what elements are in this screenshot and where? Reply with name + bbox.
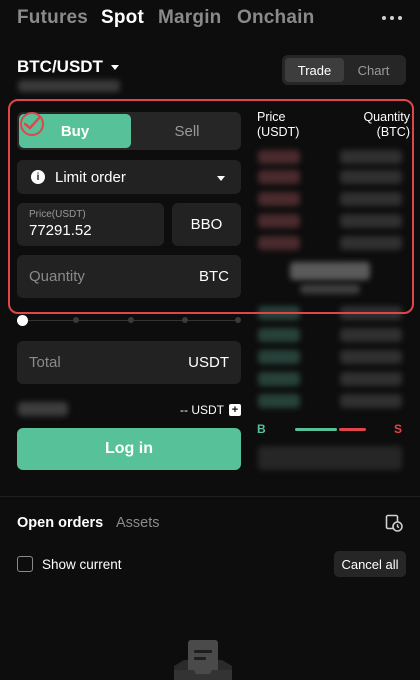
slider-step[interactable] [73, 317, 79, 323]
ask-row [258, 170, 300, 184]
total-unit: USDT [188, 354, 229, 371]
tab-open-orders[interactable]: Open orders [17, 515, 103, 531]
quantity-header-text: Quantity (BTC) [363, 110, 410, 139]
ask-row [340, 236, 402, 250]
info-icon: i [31, 170, 45, 184]
plus-icon[interactable]: + [229, 404, 241, 416]
bid-row [258, 328, 300, 342]
quantity-placeholder: Quantity [29, 268, 85, 285]
price-header-text: Price (USDT) [257, 110, 300, 139]
total-input[interactable]: Total USDT [17, 341, 241, 384]
ask-row [258, 236, 300, 250]
tab-futures[interactable]: Futures [17, 7, 88, 29]
price-value[interactable]: 77291.52 [29, 222, 152, 239]
buy-ratio-bar [295, 428, 337, 431]
tab-onchain[interactable]: Onchain [237, 7, 314, 29]
chevron-down-icon [217, 176, 225, 181]
mid-price-sub [300, 284, 360, 294]
tab-assets[interactable]: Assets [116, 515, 160, 531]
price-label: Price(USDT) [29, 209, 86, 220]
buy-sell-ratio: B S [257, 422, 402, 438]
order-type-label: Limit order [55, 168, 126, 186]
orderbook-price-header: Price (USDT) [257, 110, 299, 140]
ask-row [340, 192, 402, 206]
bid-row [258, 372, 300, 386]
available-value: -- USDT [180, 403, 224, 417]
quantity-input[interactable]: Quantity BTC [17, 255, 241, 298]
orderbook-quantity-header: Quantity (BTC) [363, 110, 410, 140]
view-trade-button[interactable]: Trade [285, 58, 344, 82]
bid-row [340, 394, 402, 408]
bid-row [258, 394, 300, 408]
bid-row [340, 306, 402, 320]
ask-row [258, 214, 300, 228]
tab-spot[interactable]: Spot [101, 7, 144, 29]
ask-row [340, 150, 402, 164]
view-toggle: Trade Chart [282, 55, 406, 85]
buy-ratio-label: B [257, 422, 266, 436]
sell-ratio-bar [339, 428, 366, 431]
chevron-down-icon [110, 65, 119, 70]
slider-thumb[interactable] [17, 315, 28, 326]
divider [0, 496, 420, 497]
pair-price-change [18, 80, 120, 92]
available-balance: -- USDT + [180, 403, 241, 417]
empty-document-icon [174, 640, 232, 680]
show-current-label: Show current [42, 556, 122, 572]
ask-row [340, 170, 402, 184]
sell-button[interactable]: Sell [133, 112, 241, 150]
quantity-unit: BTC [199, 268, 229, 285]
ask-row [340, 214, 402, 228]
pair-selector[interactable]: BTC/USDT [17, 57, 119, 77]
cancel-all-button[interactable]: Cancel all [334, 551, 406, 577]
tab-margin[interactable]: Margin [158, 7, 221, 29]
pair-symbol: BTC/USDT [17, 57, 103, 76]
more-dots-icon[interactable] [382, 10, 402, 26]
check-mark-icon [20, 112, 44, 136]
sell-ratio-label: S [393, 422, 402, 436]
depth-select[interactable] [258, 446, 402, 470]
bid-row [340, 372, 402, 386]
mid-price [290, 262, 370, 280]
show-current-checkbox[interactable] [17, 556, 33, 572]
ask-row [258, 150, 300, 164]
slider-step[interactable] [235, 317, 241, 323]
market-type-tabs: Futures Spot Margin Onchain [0, 0, 420, 40]
total-placeholder: Total [29, 354, 61, 371]
bid-row [340, 328, 402, 342]
side-selector: Buy Sell [17, 112, 241, 150]
show-current-toggle[interactable]: Show current [17, 556, 122, 572]
order-history-icon[interactable] [385, 514, 403, 532]
slider-step[interactable] [128, 317, 134, 323]
price-input[interactable]: Price(USDT) 77291.52 [17, 203, 164, 246]
bid-row [258, 350, 300, 364]
order-type-select[interactable]: i Limit order [17, 160, 241, 194]
bid-row [258, 306, 300, 320]
login-button[interactable]: Log in [17, 428, 241, 470]
slider-step[interactable] [182, 317, 188, 323]
bbo-button[interactable]: BBO [172, 203, 241, 246]
bid-row [340, 350, 402, 364]
view-chart-button[interactable]: Chart [344, 58, 403, 82]
available-label [18, 402, 68, 416]
ask-row [258, 192, 300, 206]
